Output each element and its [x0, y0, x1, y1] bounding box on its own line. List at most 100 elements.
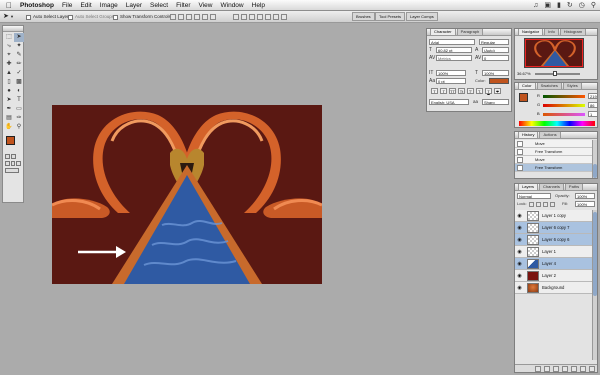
baseline-shift-field[interactable]: 0 pt [436, 78, 466, 84]
tab-history[interactable]: History [518, 132, 539, 138]
superscript-button[interactable]: T' [467, 88, 474, 94]
auto-select-groups-option[interactable]: Auto Select Groups [68, 13, 114, 21]
auto-select-layer-checkbox[interactable] [26, 14, 31, 20]
auto-align-icon[interactable] [281, 14, 287, 20]
color-spectrum-bar[interactable] [519, 121, 595, 126]
magic-wand-tool-icon[interactable]: ✦ [14, 42, 24, 51]
blur-tool-icon[interactable]: ● [4, 87, 14, 96]
tab-layers[interactable]: Layers [518, 184, 539, 190]
delete-layer-icon[interactable] [589, 366, 595, 372]
screen-mode-standard-icon[interactable] [5, 161, 10, 166]
antialias-select[interactable]: Sharp [482, 99, 509, 105]
adjustment-layer-icon[interactable] [562, 366, 568, 372]
new-group-icon[interactable] [571, 366, 577, 372]
visibility-eye-icon[interactable]: ◉ [516, 273, 523, 279]
show-transform-controls-option[interactable]: Show Transform Controls [113, 13, 171, 21]
lock-position-icon[interactable] [543, 202, 548, 207]
visibility-eye-icon[interactable]: ◉ [516, 237, 523, 243]
tab-paths[interactable]: Paths [564, 184, 584, 190]
opacity-field[interactable]: 100% [575, 193, 595, 199]
align-bottom-icon[interactable] [186, 14, 192, 20]
visibility-eye-icon[interactable]: ◉ [516, 213, 523, 219]
menu-help[interactable]: Help [248, 0, 269, 11]
tab-info[interactable]: Info [544, 29, 559, 35]
tab-paragraph[interactable]: Paragraph [456, 29, 484, 35]
fill-field[interactable]: 100% [575, 201, 595, 207]
history-brush-tool-icon[interactable]: ✓ [14, 69, 24, 78]
blend-mode-select[interactable]: Normal [517, 193, 551, 199]
sync-icon[interactable]: ↻ [567, 0, 573, 11]
tab-styles[interactable]: Styles [562, 83, 582, 89]
align-top-icon[interactable] [170, 14, 176, 20]
well-tab-brushes[interactable]: Brushes [352, 12, 375, 21]
small-caps-button[interactable]: Tt [458, 88, 465, 94]
subscript-button[interactable]: T, [476, 88, 483, 94]
battery-icon[interactable]: ▮ [557, 0, 561, 11]
imageready-icon[interactable] [5, 168, 19, 173]
quick-mask-icon[interactable] [11, 154, 16, 159]
navigator-zoom-knob[interactable] [553, 71, 557, 76]
faux-bold-button[interactable]: T [431, 88, 438, 94]
all-caps-button[interactable]: TT [449, 88, 456, 94]
distribute-vcenter-icon[interactable] [241, 14, 247, 20]
dodge-tool-icon[interactable]: ◐ [14, 87, 24, 96]
tab-channels[interactable]: Channels [539, 184, 564, 190]
history-scroll-thumb[interactable] [593, 164, 597, 178]
tab-navigator[interactable]: Navigator [518, 29, 544, 35]
color-panel-foreground[interactable] [519, 93, 528, 102]
lock-pixels-icon[interactable] [536, 202, 541, 207]
notes-tool-icon[interactable]: ▤ [4, 114, 14, 123]
navigator-view-box[interactable] [525, 39, 583, 67]
layers-scroll-thumb[interactable] [593, 212, 597, 296]
vertical-scale-field[interactable]: 100% [436, 70, 466, 76]
font-style-select[interactable]: Regular [479, 39, 509, 45]
history-item[interactable]: Move [515, 140, 597, 148]
volume-icon[interactable]: ♫ [533, 0, 538, 11]
tab-actions[interactable]: Actions [539, 132, 561, 138]
faux-italic-button[interactable]: T [440, 88, 447, 94]
visibility-eye-icon[interactable]: ◉ [516, 225, 523, 231]
lock-transparency-icon[interactable] [529, 202, 534, 207]
tab-character[interactable]: Character [430, 29, 456, 35]
eyedropper-tool-icon[interactable]: ✑ [14, 114, 24, 123]
menu-select[interactable]: Select [146, 0, 172, 11]
layer-row[interactable]: ◉ Layer 1 [515, 246, 597, 258]
navigator-zoom-value[interactable]: 36.67% [517, 71, 531, 76]
auto-select-layer-option[interactable]: Auto Select Layer [26, 13, 69, 21]
red-channel-slider[interactable] [543, 95, 585, 98]
green-channel-value[interactable]: 86 [588, 102, 597, 108]
distribute-left-icon[interactable] [257, 14, 263, 20]
distribute-top-icon[interactable] [233, 14, 239, 20]
text-color-swatch[interactable] [489, 78, 509, 84]
visibility-eye-icon[interactable]: ◉ [516, 285, 523, 291]
blue-channel-slider[interactable] [543, 113, 585, 116]
kerning-field[interactable]: Metrics [436, 55, 472, 61]
distribute-right-icon[interactable] [273, 14, 279, 20]
layer-row-selected[interactable]: ◉ Layer 6 copy 6 [515, 234, 597, 246]
menu-filter[interactable]: Filter [172, 0, 194, 11]
history-item[interactable]: Move [515, 156, 597, 164]
align-right-icon[interactable] [210, 14, 216, 20]
language-select[interactable]: English: USA [429, 99, 469, 105]
new-layer-icon[interactable] [580, 366, 586, 372]
menu-view[interactable]: View [195, 0, 217, 11]
layer-style-icon[interactable] [544, 366, 550, 372]
zoom-tool-icon[interactable]: ⚲ [14, 123, 24, 132]
lock-all-icon[interactable] [550, 202, 555, 207]
tab-color[interactable]: Color [518, 83, 536, 89]
distribute-bottom-icon[interactable] [249, 14, 255, 20]
spotlight-icon[interactable]: ⚲ [591, 0, 596, 11]
menu-layer[interactable]: Layer [122, 0, 146, 11]
foreground-color-swatch[interactable] [6, 136, 15, 145]
screen-mode-full-icon[interactable] [10, 161, 16, 166]
pen-tool-icon[interactable]: ✒ [4, 105, 14, 114]
well-tab-tool-presets[interactable]: Tool Presets [375, 12, 406, 21]
layer-row-selected[interactable]: ◉ Layer 6 copy 7 [515, 222, 597, 234]
layer-row-selected[interactable]: ◉ Layer 4 [515, 258, 597, 270]
hand-tool-icon[interactable]: ✋ [4, 123, 14, 132]
font-family-select[interactable]: Arial [429, 39, 475, 45]
blue-channel-value[interactable]: 1 [588, 111, 597, 117]
align-vcenter-icon[interactable] [178, 14, 184, 20]
history-scrollbar[interactable] [592, 140, 597, 178]
auto-select-groups-checkbox[interactable] [68, 14, 73, 20]
